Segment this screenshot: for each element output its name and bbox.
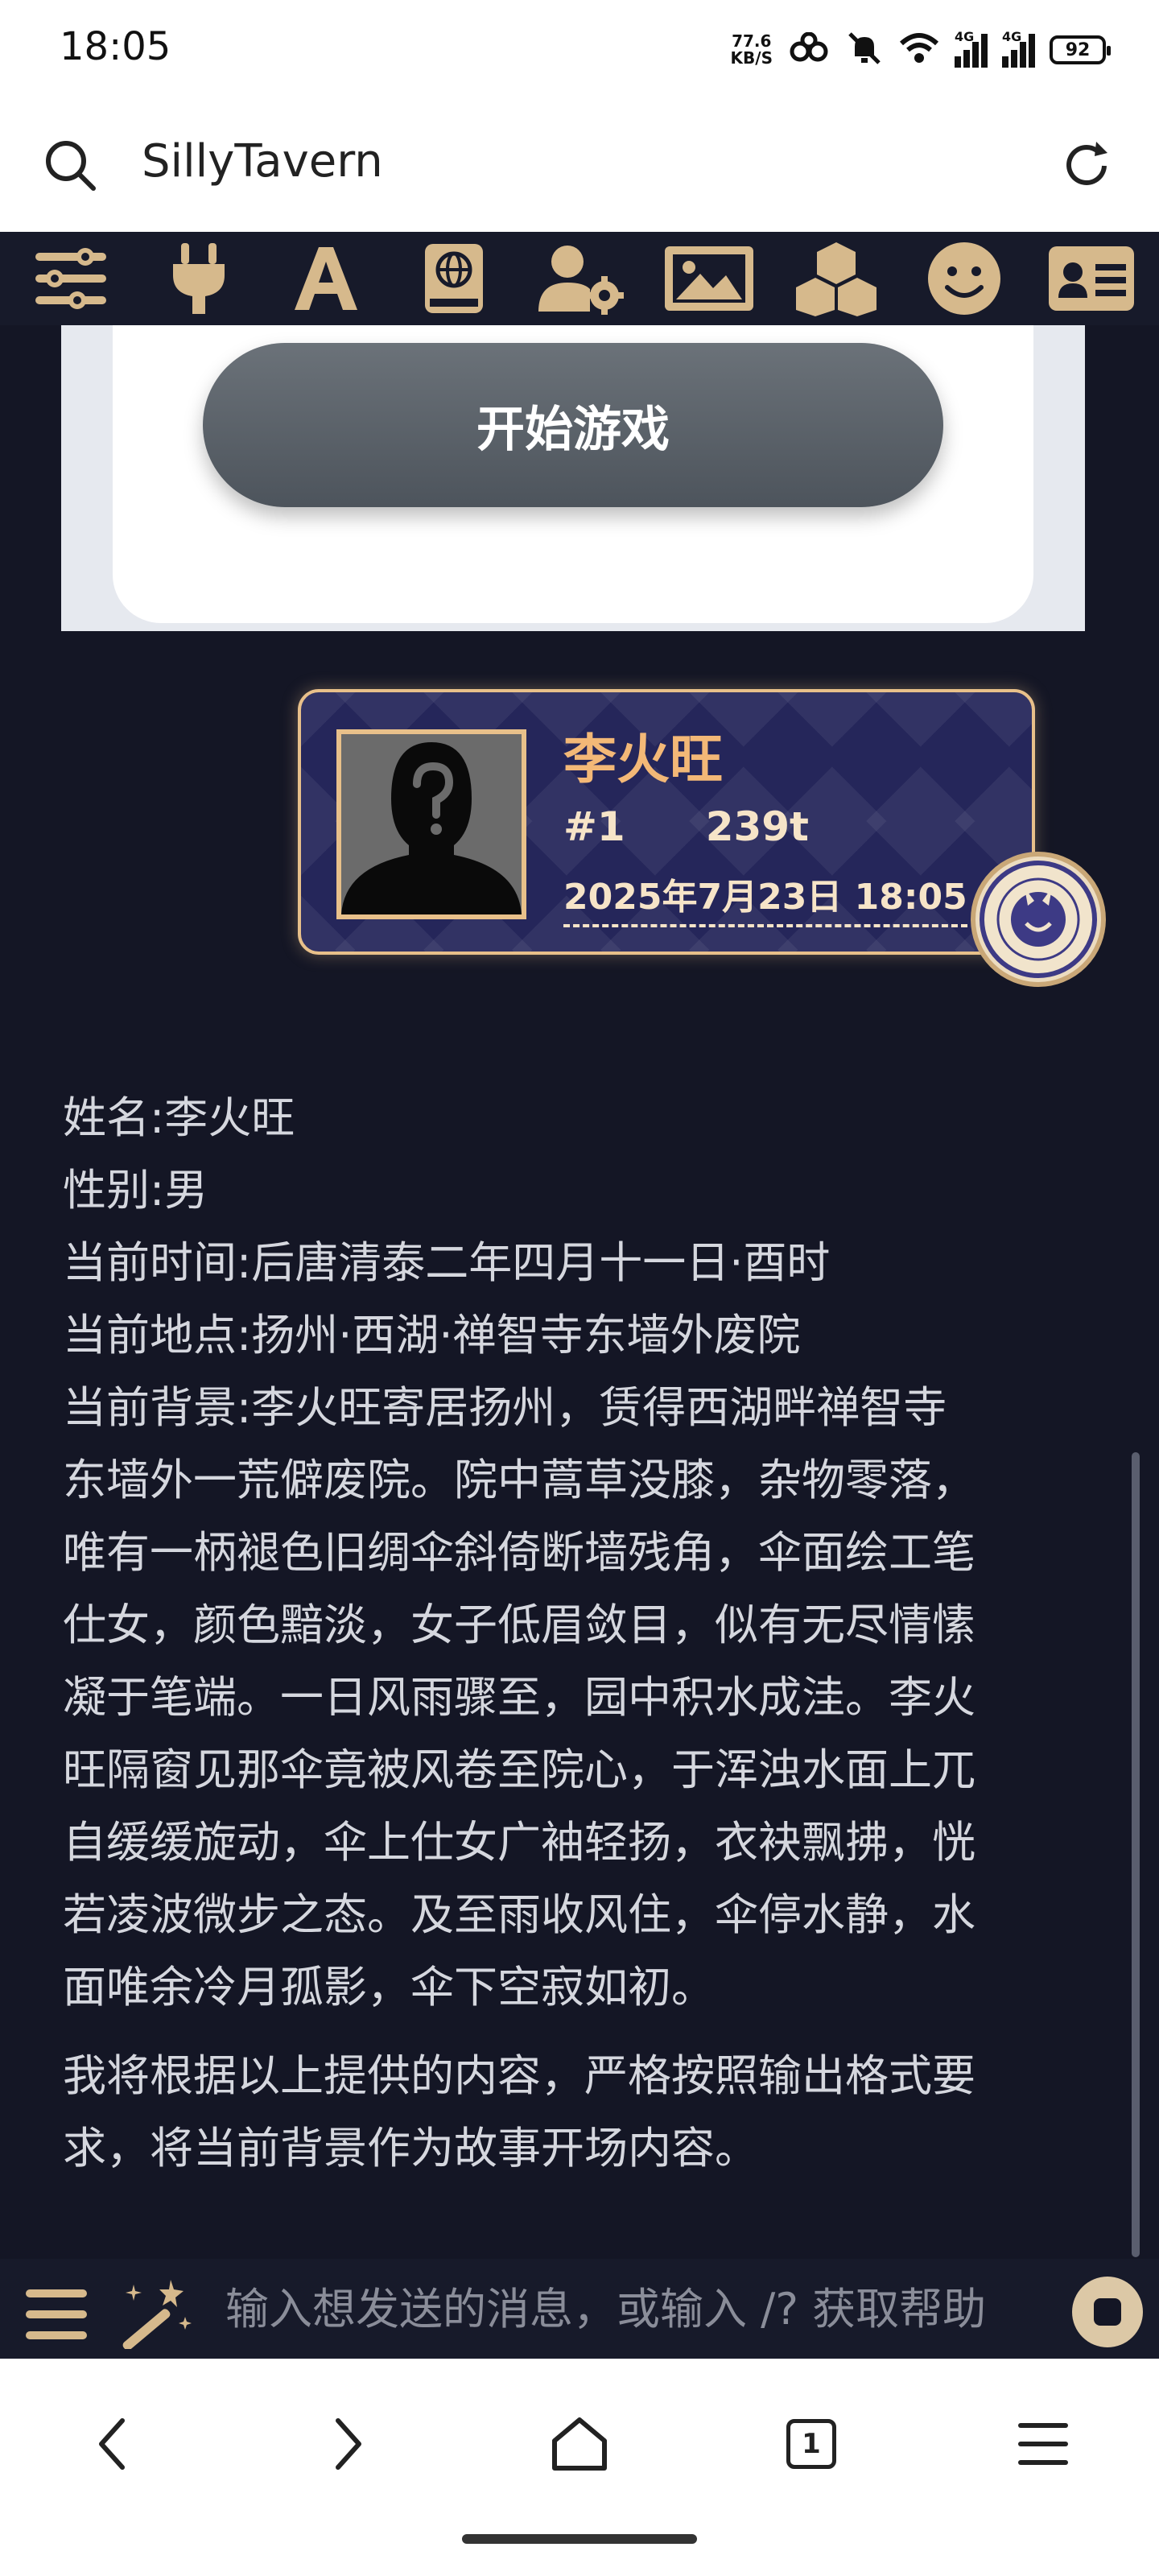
stop-generation-button[interactable]	[1072, 2277, 1143, 2347]
chat-area[interactable]: 开始游戏 李火旺 #1 239t 2025年7月23日 18:05 姓名:李火旺…	[0, 325, 1159, 2259]
message-timestamp: 2025年7月23日 18:05	[563, 868, 967, 927]
avatar[interactable]	[336, 729, 526, 919]
intro-card: 开始游戏	[61, 325, 1085, 631]
wifi-icon	[898, 32, 940, 68]
message-line: 自缓缓旋动，伞上仕女广袖轻扬，衣袂飘拂，恍	[63, 1817, 975, 1868]
message-line: 求，将当前背景作为故事开场内容。	[63, 2123, 758, 2174]
stop-icon	[1094, 2298, 1121, 2326]
signal-icon-1: 4G	[955, 29, 988, 68]
token-count: 239t	[705, 803, 809, 850]
signal-label-2: 4G	[1002, 29, 1022, 44]
net-speed: 77.6 KB/S	[731, 33, 773, 67]
message-line: 当前时间:后唐清泰二年四月十一日·酉时	[63, 1237, 831, 1288]
text-font-icon[interactable]	[279, 235, 373, 322]
net-speed-unit: KB/S	[730, 48, 773, 68]
net-speed-value: 77.6	[732, 31, 772, 51]
message-line: 旺隔窗见那伞竟被风卷至院心，于浑浊水面上兀	[63, 1744, 975, 1795]
home-indicator[interactable]	[462, 2534, 697, 2544]
mute-bell-icon	[845, 29, 884, 71]
character-name-card: 李火旺 #1 239t 2025年7月23日 18:05	[298, 689, 1035, 955]
message-line: 当前背景:李火旺寄居扬州，赁得西湖畔禅智寺	[63, 1382, 947, 1433]
message-line: 凝于笔端。一日风雨骤至，园中积水成洼。李火	[63, 1672, 975, 1723]
status-time: 18:05	[60, 24, 171, 69]
start-game-button[interactable]: 开始游戏	[203, 343, 943, 507]
reload-icon[interactable]	[1056, 135, 1117, 200]
cubes-icon[interactable]	[790, 235, 883, 322]
message-id: #1	[563, 803, 625, 850]
home-icon[interactable]	[539, 2404, 620, 2484]
hamburger-menu-icon[interactable]	[24, 2286, 89, 2346]
id-card-icon[interactable]	[1045, 235, 1138, 322]
back-icon[interactable]	[74, 2404, 155, 2484]
message-line: 仕女，颜色黯淡，女子低眉敛目，似有无尽情愫	[63, 1600, 975, 1650]
message-line: 我将根据以上提供的内容，严格按照输出格式要	[63, 2050, 975, 2101]
link-icon	[787, 31, 831, 68]
message-line: 当前地点:扬州·西湖·禅智寺东墙外废院	[63, 1310, 801, 1360]
tavern-top-toolbar	[0, 232, 1159, 325]
magic-wand-icon[interactable]	[113, 2277, 193, 2352]
chat-scrollbar[interactable]	[1132, 1452, 1140, 2257]
intro-card-inner: 开始游戏	[113, 325, 1033, 623]
tab-count: 1	[786, 2419, 836, 2469]
image-icon[interactable]	[662, 235, 756, 322]
user-gear-icon[interactable]	[534, 235, 628, 322]
smiley-icon[interactable]	[918, 235, 1011, 322]
message-text: 姓名:李火旺 性别:男 当前时间:后唐清泰二年四月十一日·酉时 当前地点:扬州·…	[63, 1082, 1093, 2185]
plug-icon[interactable]	[152, 235, 245, 322]
browser-menu-icon[interactable]	[1003, 2404, 1083, 2484]
message-line: 若凌波微步之态。及至雨收风住，伞停水静，水	[63, 1889, 975, 1940]
browser-address-bar: SillyTavern	[0, 97, 1159, 232]
tabs-button[interactable]: 1	[771, 2404, 852, 2484]
browser-nav-bar: 1	[0, 2359, 1159, 2576]
message-line: 东墙外一荒僻废院。院中蒿草没膝，杂物零落，	[63, 1455, 975, 1505]
signal-icon-2: 4G	[1002, 29, 1035, 68]
character-name: 李火旺	[563, 729, 723, 791]
forward-icon[interactable]	[306, 2404, 386, 2484]
message-line: 唯有一柄褪色旧绸伞斜倚断墙残角，伞面绘工笔	[63, 1527, 975, 1578]
url-field[interactable]: SillyTavern	[142, 135, 383, 188]
message-input-bar	[0, 2259, 1159, 2359]
rhodes-badge-icon	[971, 852, 1106, 987]
book-globe-icon[interactable]	[407, 235, 501, 322]
message-line: 面唯余冷月孤影，伞下空寂如初。	[63, 1962, 715, 2013]
message-input[interactable]	[225, 2275, 1054, 2343]
signal-label-1: 4G	[955, 29, 975, 44]
message-line: 姓名:李火旺	[63, 1092, 295, 1143]
sliders-icon[interactable]	[24, 235, 118, 322]
status-icons: 77.6 KB/S 4G 4G 92	[731, 27, 1111, 72]
status-bar: 18:05 77.6 KB/S 4G 4G 92	[0, 0, 1159, 97]
message-meta: #1 239t	[563, 803, 809, 850]
search-icon[interactable]	[42, 137, 100, 198]
message-line: 性别:男	[63, 1165, 208, 1216]
battery-indicator: 92	[1050, 35, 1111, 64]
